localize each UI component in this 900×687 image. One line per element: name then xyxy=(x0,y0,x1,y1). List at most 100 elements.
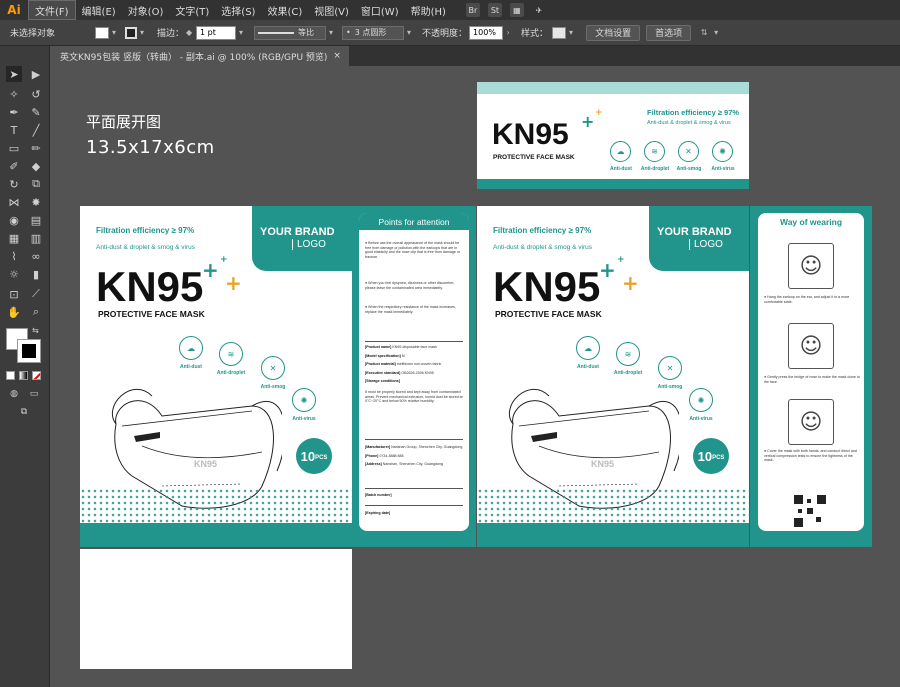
zoom-tool-icon[interactable]: ⌕ xyxy=(28,304,44,320)
side-panel-attention: Points for attention ● Before use,the ov… xyxy=(352,206,476,547)
manufacturer-key: [Phone] xyxy=(365,453,379,458)
shaper-tool-icon[interactable]: ✐ xyxy=(6,158,22,174)
paintbrush-icon[interactable]: ✏ xyxy=(28,140,44,156)
lasso-icon[interactable]: ↺ xyxy=(28,86,44,102)
spec-key: [Executive standard] xyxy=(365,370,401,375)
scale-tool-icon[interactable]: ⧉ xyxy=(28,176,44,192)
none-slash xyxy=(33,372,40,379)
top-filtration-sub: Anti-dust & droplet & smog & virus xyxy=(647,120,731,126)
chevron-down-icon[interactable]: ▾ xyxy=(326,27,336,39)
menu-item[interactable]: 文字(T) xyxy=(169,0,215,20)
spec-key: [Storage conditions] xyxy=(365,379,400,384)
style-label: 样式： xyxy=(521,29,549,39)
document-setup-button[interactable]: 文档设置 xyxy=(586,24,641,41)
spec-key: [Product material] xyxy=(365,362,396,367)
chevron-down-icon[interactable]: ▾ xyxy=(404,27,414,39)
menu-item[interactable]: 视图(V) xyxy=(308,0,355,20)
expiry-label-text: [Expiring date] xyxy=(365,511,391,515)
attention-title: Points for attention xyxy=(378,216,450,227)
stroke-weight-input[interactable]: 1 pt xyxy=(196,25,237,40)
draw-mode-icon[interactable]: ◍ xyxy=(6,386,22,402)
bottom-flap-panel xyxy=(80,549,352,669)
canvas-dimensions: 13.5x17x6cm xyxy=(86,137,215,158)
top-icon-label: Anti-smog xyxy=(676,166,702,172)
menu-item[interactable]: 窗口(W) xyxy=(355,0,405,20)
gradient-tool-icon[interactable]: ▥ xyxy=(28,230,44,246)
divider xyxy=(365,341,463,342)
plus-gold-icon: + xyxy=(225,271,242,295)
blend-tool-icon[interactable]: ∞ xyxy=(28,248,44,264)
spec-value: M xyxy=(401,353,405,358)
rocket-icon[interactable]: ✈ xyxy=(532,3,546,17)
shape-builder-icon[interactable]: ◉ xyxy=(6,212,22,228)
swap-colors-icon[interactable]: ⇆ xyxy=(32,326,42,336)
wearing-step-image: ☺ xyxy=(788,399,834,445)
selection-status: 未选择对象 xyxy=(10,29,56,39)
br-icon[interactable]: Br xyxy=(465,3,480,17)
perspective-grid-icon[interactable]: ▤ xyxy=(28,212,44,228)
change-screen-mode-icon[interactable]: ⧉ xyxy=(16,404,32,420)
menu-item[interactable]: 效果(C) xyxy=(261,0,308,20)
stroke-swatch[interactable] xyxy=(125,26,138,39)
hand-tool-icon[interactable]: ✋ xyxy=(6,304,22,320)
menu-item[interactable]: 对象(O) xyxy=(122,0,170,20)
screen-mode-icon[interactable]: ▭ xyxy=(26,386,42,402)
menu-bar: Ai 文件(F) 编辑(E) 对象(O) 文字(T) 选择(S) 效果(C) 视图(V) 窗口… xyxy=(0,0,900,20)
layout-icon[interactable]: ▦ xyxy=(509,3,524,17)
curvature-tool-icon[interactable]: ✎ xyxy=(28,104,44,120)
slice-tool-icon[interactable]: ⟋ xyxy=(28,286,44,302)
virus-icon: ✺ xyxy=(689,388,713,412)
menu-item[interactable]: 选择(S) xyxy=(215,0,261,20)
none-mode-icon[interactable] xyxy=(32,371,41,380)
fill-swatch[interactable] xyxy=(95,26,110,39)
spec-row: [Executive standard] GB2626-2006 KN95 xyxy=(365,371,463,376)
chevron-right-icon[interactable]: › xyxy=(503,27,513,39)
mesh-tool-icon[interactable]: ▦ xyxy=(6,230,22,246)
chevron-down-icon[interactable]: ▾ xyxy=(137,27,147,39)
selection-tool-icon[interactable]: ➤ xyxy=(6,66,22,82)
style-swatch[interactable] xyxy=(552,26,567,39)
chevron-down-icon[interactable]: ▾ xyxy=(109,27,119,39)
preferences-button[interactable]: 首选项 xyxy=(646,24,692,41)
menu-item[interactable]: 编辑(E) xyxy=(76,0,122,20)
artboard-canvas[interactable]: 平面展开图 13.5x17x6cm KN95 PROTECTIVE FACE M… xyxy=(52,66,900,687)
chevron-down-icon[interactable]: ▾ xyxy=(711,27,721,39)
eraser-icon[interactable]: ◆ xyxy=(28,158,44,174)
top-flap-top-stripe xyxy=(477,82,749,94)
arrange-icon[interactable]: ⇅ xyxy=(697,27,711,39)
dust-icon: ☁ xyxy=(179,336,203,360)
color-mode-icon[interactable] xyxy=(6,371,15,380)
chevron-down-icon[interactable]: ▾ xyxy=(566,27,576,39)
eyedropper-icon[interactable]: ⌇ xyxy=(6,248,22,264)
stroke-profile-select[interactable]: 等比 xyxy=(254,25,327,40)
mask-emboss-text: KN95 xyxy=(194,459,218,469)
brand-logo-box: YOUR BRAND LOGO xyxy=(252,206,352,271)
menu-item[interactable]: 帮助(H) xyxy=(405,0,452,20)
wearing-card: Way of wearing ☺ ● Hang the earloop on t… xyxy=(758,213,864,531)
width-tool-icon[interactable]: ⋈ xyxy=(6,194,22,210)
stepper-icon[interactable]: ◆ xyxy=(184,27,194,39)
stroke-color-swatch[interactable] xyxy=(17,339,41,363)
virus-icon: ✺ xyxy=(712,141,733,162)
gradient-mode-icon[interactable] xyxy=(19,371,28,380)
opacity-input[interactable]: 100% xyxy=(469,25,504,40)
symbol-sprayer-icon[interactable]: ☼ xyxy=(6,266,22,282)
document-tab[interactable]: 英文KN95包装 竖版（转曲） - 副本.ai @ 100% (RGB/GPU … xyxy=(52,46,349,66)
puppet-warp-icon[interactable]: ✸ xyxy=(28,194,44,210)
magic-wand-icon[interactable]: ✧ xyxy=(6,86,22,102)
rectangle-tool-icon[interactable]: ▭ xyxy=(6,140,22,156)
menu-item[interactable]: 文件(F) xyxy=(28,0,76,20)
close-icon[interactable]: × xyxy=(333,51,341,61)
brush-select[interactable]: • 3 点圆形 xyxy=(342,25,405,40)
chevron-down-icon[interactable]: ▾ xyxy=(236,27,246,39)
type-tool-icon[interactable]: T xyxy=(6,122,22,138)
graph-tool-icon[interactable]: ▮ xyxy=(28,266,44,282)
artboard-tool-icon[interactable]: ⊡ xyxy=(6,286,22,302)
direct-selection-tool-icon[interactable]: ▶ xyxy=(28,66,44,82)
rotate-tool-icon[interactable]: ↻ xyxy=(6,176,22,192)
pen-tool-icon[interactable]: ✒ xyxy=(6,104,22,120)
line-tool-icon[interactable]: ╱ xyxy=(28,122,44,138)
spec-value: meltblown non-woven fabric xyxy=(396,362,442,367)
st-icon[interactable]: St xyxy=(487,3,502,17)
spec-row: [Model specification] M xyxy=(365,354,463,359)
